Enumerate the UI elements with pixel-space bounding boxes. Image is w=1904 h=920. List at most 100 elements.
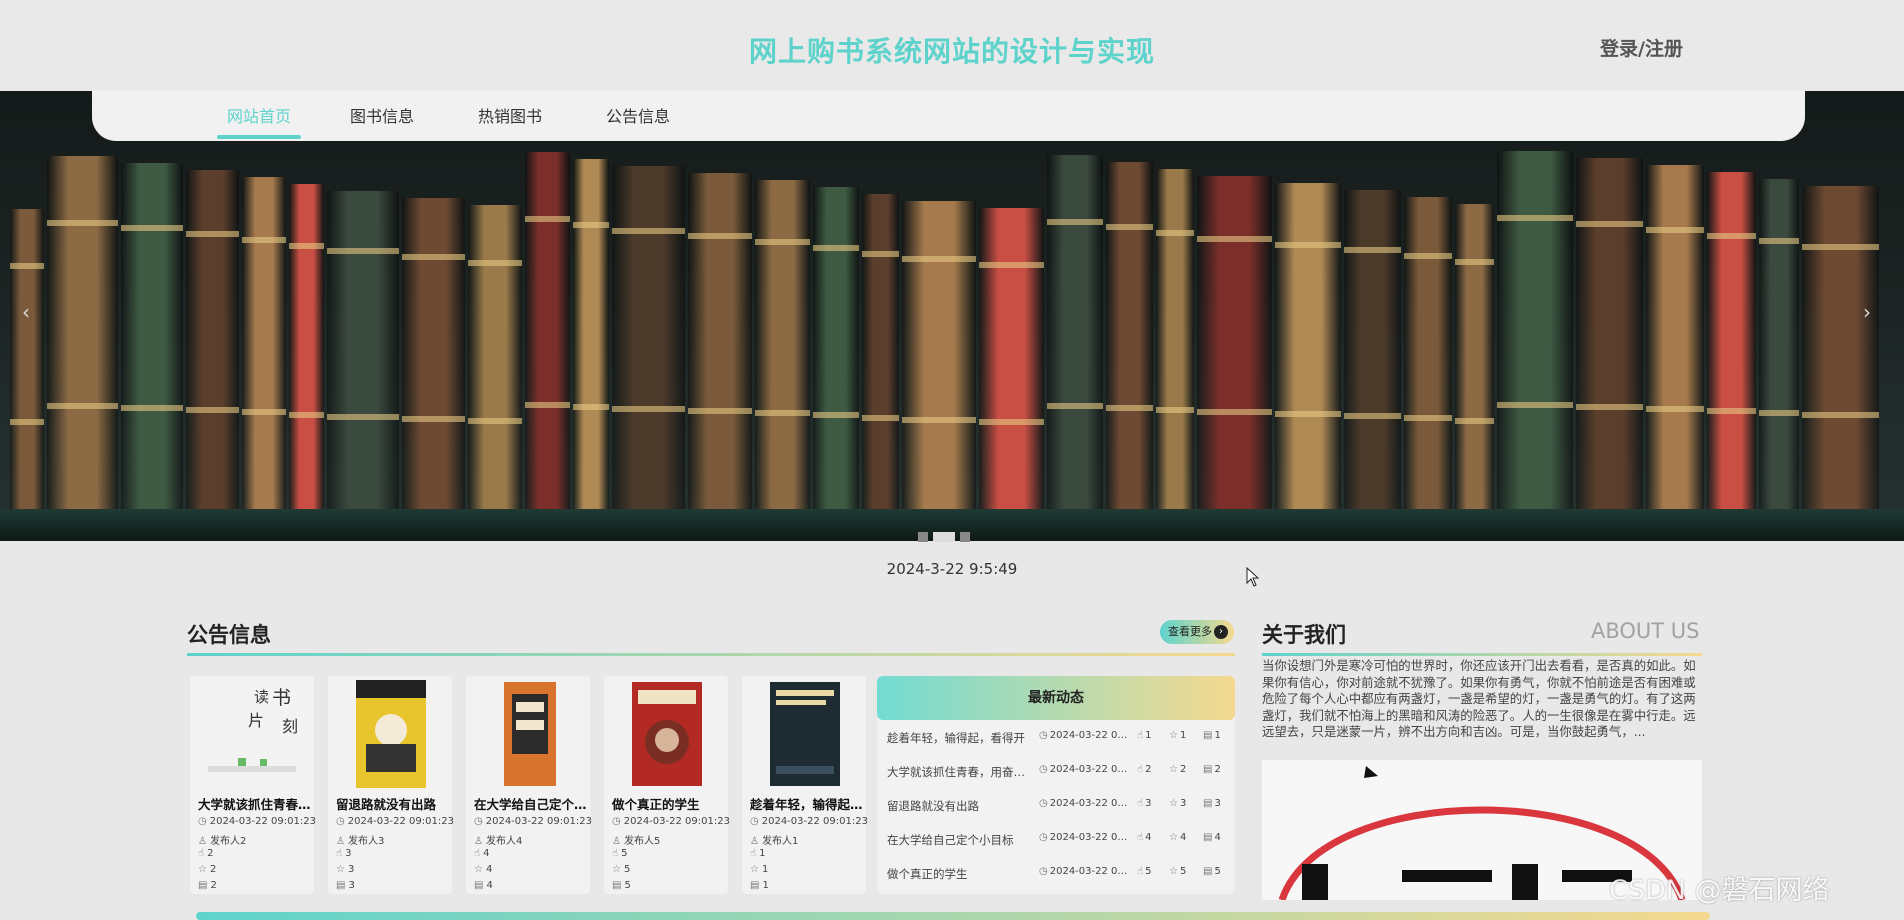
book-spine [10, 209, 44, 509]
views-icon: ▤ [750, 880, 760, 891]
top-header: 网上购书系统网站的设计与实现 登录/注册 [0, 0, 1904, 92]
nav-active-indicator [217, 135, 301, 139]
card-likes: ☝ 2 [198, 848, 214, 859]
news-date: ◷2024-03-22 09:01:23 [1039, 798, 1129, 809]
notice-card[interactable]: 在大学给自己定个小目标 ◷2024-03-22 09:01:23 ♙发布人4 ☝… [466, 676, 592, 894]
card-favorites: ☆ 1 [750, 864, 769, 875]
nav-item-bestsellers[interactable]: 热销图书 [478, 103, 542, 127]
card-views: ▤ 1 [750, 880, 769, 891]
views-icon: ▤ [1203, 798, 1213, 809]
book-spine [688, 173, 752, 509]
star-icon: ☆ [1169, 764, 1178, 775]
clock-icon: ◷ [336, 816, 345, 827]
book-spine [327, 191, 399, 509]
news-likes: ☝ 2 [1137, 764, 1152, 775]
news-views: ▤ 3 [1203, 798, 1221, 809]
svg-text:刻: 刻 [282, 717, 298, 736]
news-date: ◷2024-03-22 09:01:23 [1039, 730, 1129, 741]
card-author: ♙ 发布人4 [474, 836, 523, 847]
news-item[interactable]: 大学就该抓住青春，用奋斗书写 ◷2024-03-22 09:01:23 ☝2 ☆… [887, 764, 1235, 784]
latest-news-panel: 最新动态 趁着年轻，输得起，看得开 ◷2024-03-22 09:01:23 ☝… [877, 676, 1235, 894]
card-date: ◷ 2024-03-22 09:01:23 [198, 816, 316, 827]
news-views: ▤ 2 [1203, 764, 1221, 775]
notice-card[interactable]: 趁着年轻，输得起，看得开 ◷2024-03-22 09:01:23 ♙发布人1 … [742, 676, 868, 894]
book-spine [242, 177, 286, 509]
notice-card[interactable]: 书 片 刻 读 大学就该抓住青春，用奋斗书写 ◷2024-03-22 09:01… [190, 676, 316, 894]
news-title: 趁着年轻，输得起，看得开 [887, 731, 1025, 745]
user-icon: ♙ [750, 836, 759, 847]
svg-text:片: 片 [248, 711, 264, 730]
nav-item-books[interactable]: 图书信息 [350, 103, 414, 127]
about-section-underline [1262, 653, 1702, 656]
book-cover-image: 书 片 刻 读 [198, 680, 306, 788]
nav-item-home[interactable]: 网站首页 [227, 103, 291, 127]
thumbs-up-icon: ☝ [1137, 832, 1144, 843]
news-views: ▤ 1 [1203, 730, 1221, 741]
card-author: ♙ 发布人3 [336, 836, 385, 847]
star-icon: ☆ [1169, 730, 1178, 741]
news-favorites: ☆ 5 [1169, 866, 1187, 877]
card-author: ♙ 发布人5 [612, 836, 661, 847]
book-spine [1344, 190, 1401, 509]
card-title: 大学就该抓住青春，用奋斗书写 [198, 797, 314, 812]
user-icon: ♙ [336, 836, 345, 847]
nav-item-notices[interactable]: 公告信息 [606, 103, 670, 127]
view-more-button[interactable]: 查看更多 › [1160, 620, 1234, 644]
news-item[interactable]: 趁着年轻，输得起，看得开 ◷2024-03-22 09:01:23 ☝1 ☆1 … [887, 730, 1235, 750]
star-icon: ☆ [750, 864, 759, 875]
current-datetime: 2024-3-22 9:5:49 [886, 560, 1018, 578]
about-section-subtitle: ABOUT US [1591, 619, 1700, 643]
thumbs-up-icon: ☝ [474, 848, 481, 859]
clock-icon: ◷ [1039, 832, 1048, 843]
book-spine [1707, 172, 1756, 509]
star-icon: ☆ [612, 864, 621, 875]
news-date: ◷2024-03-22 09:01:23 [1039, 832, 1129, 843]
news-views: ▤ 5 [1203, 866, 1221, 877]
thumbs-up-icon: ☝ [750, 848, 757, 859]
thumbs-up-icon: ☝ [336, 848, 343, 859]
news-likes: ☝ 5 [1137, 866, 1152, 877]
book-spine [186, 170, 239, 509]
book-spine [289, 184, 324, 509]
clock-icon: ◷ [474, 816, 483, 827]
latest-news-title: 最新动态 [877, 676, 1235, 720]
card-likes: ☝ 5 [612, 848, 628, 859]
card-favorites: ☆ 3 [336, 864, 355, 875]
book-spine [1802, 186, 1879, 509]
news-item[interactable]: 做个真正的学生 ◷2024-03-22 09:01:23 ☝5 ☆5 ▤5 [887, 866, 1235, 886]
login-register-link[interactable]: 登录/注册 [1600, 34, 1683, 61]
news-item[interactable]: 留退路就没有出路 ◷2024-03-22 09:01:23 ☝3 ☆3 ▤3 [887, 798, 1235, 818]
card-favorites: ☆ 4 [474, 864, 493, 875]
mouse-cursor-icon [1246, 567, 1260, 587]
carousel-dot-active[interactable] [933, 531, 955, 542]
news-favorites: ☆ 2 [1169, 764, 1187, 775]
banner-carousel [0, 91, 1904, 541]
carousel-dot[interactable] [918, 531, 928, 542]
section-divider-bar [196, 912, 1710, 920]
views-icon: ▤ [474, 880, 484, 891]
card-views: ▤ 2 [198, 880, 217, 891]
card-title: 做个真正的学生 [612, 797, 700, 812]
news-likes: ☝ 3 [1137, 798, 1152, 809]
views-icon: ▤ [1203, 832, 1213, 843]
book-spine [1576, 158, 1643, 509]
chevron-left-icon[interactable]: ‹ [22, 300, 30, 324]
views-icon: ▤ [612, 880, 622, 891]
carousel-dot[interactable] [960, 531, 970, 542]
news-item[interactable]: 在大学给自己定个小目标 ◷2024-03-22 09:01:23 ☝4 ☆4 ▤… [887, 832, 1235, 852]
book-cover-image [336, 680, 444, 788]
user-icon: ♙ [612, 836, 621, 847]
card-date: ◷ 2024-03-22 09:01:23 [336, 816, 454, 827]
notice-card[interactable]: 做个真正的学生 ◷ 2024-03-22 09:01:23 ♙ 发布人5 ☝ 5 ☆ 5… [604, 676, 730, 894]
book-spine [1047, 155, 1103, 509]
card-title: 在大学给自己定个小目标 [474, 797, 590, 812]
card-date: ◷ 2024-03-22 09:01:23 [612, 816, 730, 827]
clock-icon: ◷ [1039, 730, 1048, 741]
chevron-right-icon[interactable]: › [1863, 300, 1871, 324]
views-icon: ▤ [336, 880, 346, 891]
book-cover-image [474, 680, 582, 788]
book-spine [402, 198, 465, 509]
notice-card[interactable]: 留退路就没有出路 ◷ 2024-03-22 09:01:23 ♙ 发布人3 ☝ 3 ☆… [328, 676, 454, 894]
card-views: ▤ 3 [336, 880, 355, 891]
book-cover-image [750, 680, 858, 788]
